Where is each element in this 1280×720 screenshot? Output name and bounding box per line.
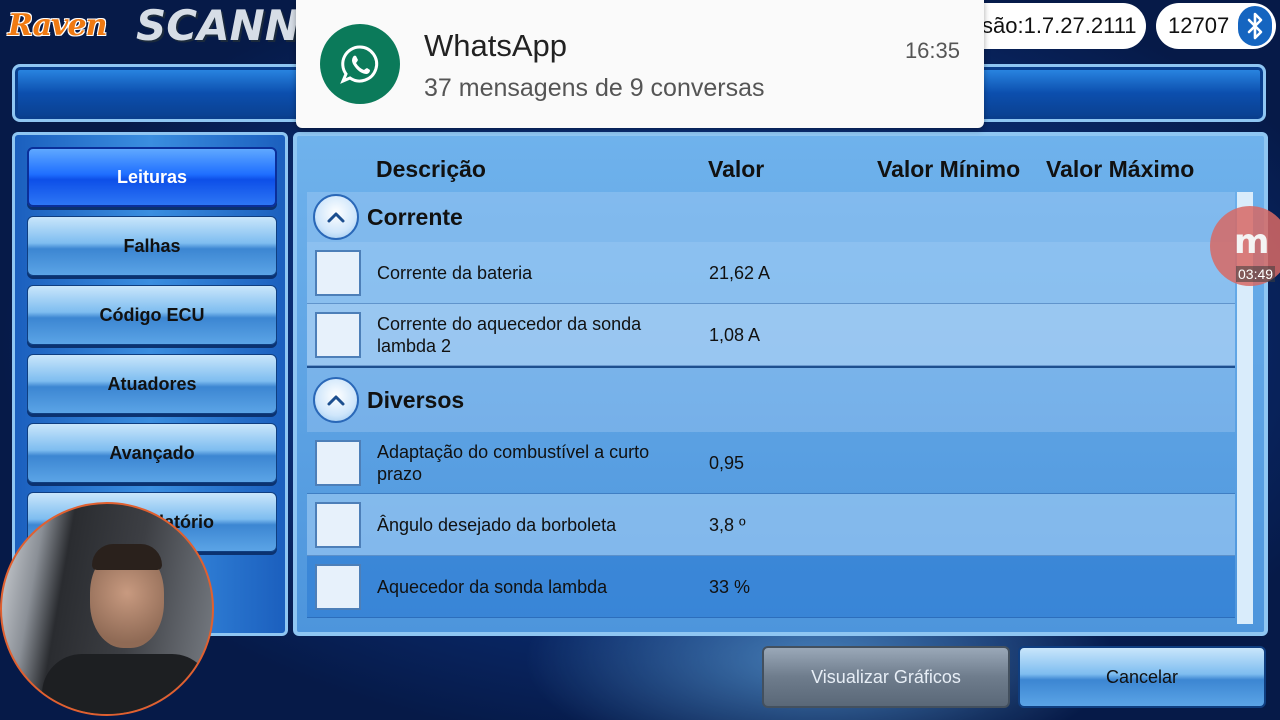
readings-panel: Descrição Valor Valor Mínimo Valor Máxim… — [293, 132, 1268, 636]
row-checkbox[interactable] — [315, 564, 361, 610]
raven-logo: Raven — [8, 8, 107, 43]
group-title: Corrente — [367, 203, 463, 230]
notification-banner[interactable]: WhatsApp 37 mensagens de 9 conversas 16:… — [296, 0, 984, 128]
row-description: Adaptação do combustível a curto prazo — [377, 442, 650, 484]
sidebar-item-codigo-ecu[interactable]: Código ECU — [27, 285, 277, 345]
row-value: 1,08 A — [709, 324, 761, 345]
row-value: 0,95 — [709, 452, 745, 473]
row-value: 3,8 º — [709, 514, 746, 535]
person-hair — [92, 544, 162, 570]
table-row[interactable]: Adaptação do combustível a curto prazo 0… — [307, 432, 1235, 494]
cancel-button[interactable]: Cancelar — [1018, 646, 1266, 708]
scanner-logo: SCANN — [136, 1, 300, 50]
table-row[interactable]: Corrente do aquecedor da sonda lambda 2 … — [307, 304, 1235, 366]
row-description: Corrente do aquecedor da sonda lambda 2 — [377, 314, 642, 356]
sidebar-item-avancado[interactable]: Avançado — [27, 423, 277, 483]
screen-recorder-bubble[interactable]: m 03:49 — [1210, 206, 1280, 296]
whatsapp-icon — [320, 24, 400, 104]
bluetooth-icon — [1238, 6, 1272, 46]
row-checkbox[interactable] — [315, 312, 361, 358]
row-checkbox[interactable] — [315, 250, 361, 296]
row-description: Aquecedor da sonda lambda — [377, 577, 608, 597]
group-header-corrente[interactable]: Corrente — [307, 192, 1235, 242]
sidebar-item-atuadores[interactable]: Atuadores — [27, 354, 277, 414]
group-header-diversos[interactable]: Diversos — [307, 368, 1235, 432]
table-row[interactable]: Corrente da bateria 21,62 A — [307, 242, 1235, 304]
row-checkbox[interactable] — [315, 502, 361, 548]
version-label: são:1.7.27.2111 — [960, 3, 1146, 49]
person-body — [42, 654, 212, 714]
notification-title: WhatsApp — [424, 28, 568, 63]
column-header-max: Valor Máximo — [1046, 156, 1195, 182]
row-description: Ângulo desejado da borboleta — [377, 515, 617, 535]
table-row[interactable]: Aquecedor da sonda lambda 33 % — [307, 556, 1235, 618]
sidebar-item-leituras[interactable]: Leituras — [27, 147, 277, 207]
webcam-overlay — [0, 502, 214, 716]
row-value: 21,62 A — [709, 262, 771, 283]
recorder-logo-icon: m — [1234, 222, 1270, 262]
row-value: 33 % — [709, 576, 751, 597]
column-header-description: Descrição — [376, 156, 486, 182]
table-row[interactable]: Ângulo desejado da borboleta 3,8 º — [307, 494, 1235, 556]
row-checkbox[interactable] — [315, 440, 361, 486]
collapse-chevron-icon[interactable] — [313, 377, 359, 423]
device-id-badge: 12707 — [1156, 3, 1276, 49]
column-header-value: Valor — [708, 156, 765, 182]
recorder-timer: 03:49 — [1236, 266, 1276, 282]
group-title: Diversos — [367, 386, 465, 413]
readings-list: Corrente Corrente da bateria 21,62 A Cor… — [307, 192, 1235, 632]
notification-time: 16:35 — [904, 38, 960, 63]
device-id-text: 12707 — [1168, 13, 1230, 38]
notification-body: 37 mensagens de 9 conversas — [424, 74, 765, 102]
sidebar-item-falhas[interactable]: Falhas — [27, 216, 277, 276]
view-graphs-button[interactable]: Visualizar Gráficos — [762, 646, 1010, 708]
collapse-chevron-icon[interactable] — [313, 194, 359, 240]
row-description: Corrente da bateria — [377, 263, 533, 283]
column-header-min: Valor Mínimo — [877, 156, 1021, 182]
